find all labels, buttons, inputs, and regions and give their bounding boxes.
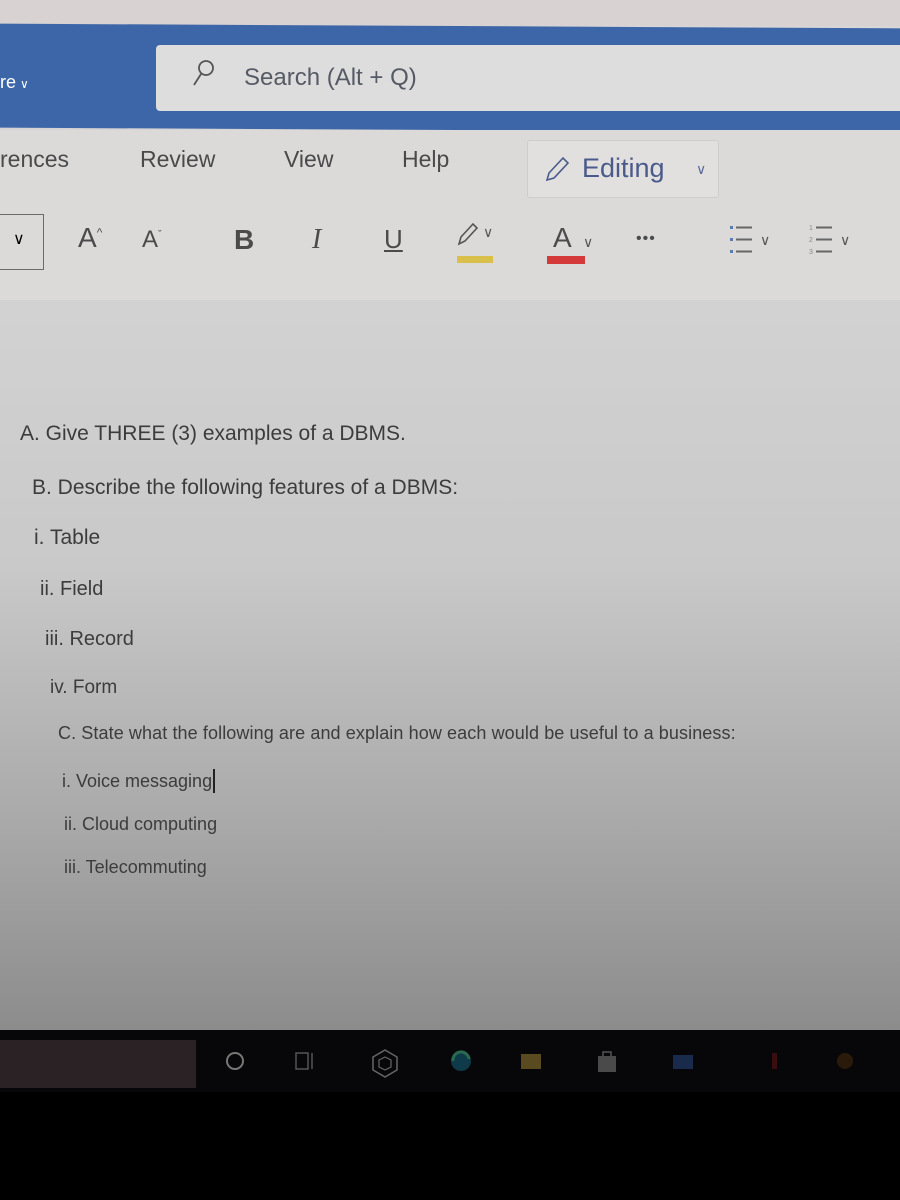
grow-font-button[interactable]: A^ bbox=[78, 222, 102, 254]
screen: re ∨ Search (Alt + Q) rences Review View … bbox=[0, 0, 900, 1030]
chevron-down-icon: ∨ bbox=[760, 232, 771, 248]
highlight-button[interactable]: ∨ bbox=[455, 220, 525, 270]
bold-button[interactable]: B bbox=[234, 224, 254, 256]
taskbar bbox=[0, 1030, 900, 1092]
svg-text:3: 3 bbox=[809, 249, 813, 256]
svg-text:2: 2 bbox=[809, 237, 813, 244]
font-size-dropdown[interactable]: ∨ bbox=[0, 214, 44, 270]
chevron-down-icon: ∨ bbox=[583, 234, 594, 250]
cortana-icon[interactable] bbox=[222, 1048, 248, 1074]
more-options-button[interactable]: ••• bbox=[636, 230, 656, 248]
chevron-down-icon: ∨ bbox=[696, 161, 707, 177]
highlighter-icon bbox=[457, 222, 479, 246]
list-item: i. Table bbox=[34, 526, 101, 549]
list-item: ii. Field bbox=[40, 578, 104, 600]
text-cursor-icon bbox=[213, 769, 225, 793]
chrome-icon[interactable] bbox=[832, 1048, 858, 1074]
taskbar-search[interactable] bbox=[0, 1040, 196, 1088]
shrink-font-label: A bbox=[142, 226, 159, 253]
numbered-list-icon: 1 2 3 bbox=[809, 225, 832, 256]
underline-button[interactable]: U bbox=[384, 224, 403, 255]
task-view-icon[interactable] bbox=[292, 1048, 318, 1074]
font-color-label: A bbox=[553, 222, 572, 253]
shrink-font-button[interactable]: Aˇ bbox=[142, 226, 162, 254]
file-explorer-icon[interactable] bbox=[518, 1048, 544, 1074]
font-color-swatch bbox=[547, 256, 585, 264]
highlight-color-swatch bbox=[457, 256, 493, 263]
tab-review[interactable]: Review bbox=[140, 146, 215, 173]
store-icon[interactable] bbox=[594, 1048, 620, 1074]
editing-mode-button[interactable]: Editing ∨ bbox=[527, 140, 719, 198]
bezel-strip bbox=[0, 0, 900, 26]
list-item: iv. Form bbox=[50, 677, 118, 698]
search-placeholder: Search (Alt + Q) bbox=[244, 64, 417, 91]
editing-label: Editing bbox=[582, 153, 665, 183]
question-b: B. Describe the following features of a … bbox=[32, 476, 459, 499]
edge-icon[interactable] bbox=[448, 1048, 474, 1074]
pencil-icon bbox=[545, 156, 570, 182]
mail-icon[interactable] bbox=[670, 1048, 696, 1074]
numbering-button[interactable]: 1 2 3 ∨ bbox=[808, 220, 868, 268]
italic-button[interactable]: I bbox=[312, 224, 321, 256]
list-item: ii. Cloud computing bbox=[64, 814, 218, 834]
formatting-toolbar: ∨ A^ Aˇ B I U ∨ A ∨ ••• ∨ 1 2 3 ∨ bbox=[0, 212, 900, 272]
question-a: A. Give THREE (3) examples of a DBMS. bbox=[20, 422, 406, 445]
grow-font-label: A bbox=[78, 222, 97, 253]
chevron-down-icon: ∨ bbox=[20, 77, 29, 91]
bullets-button[interactable]: ∨ bbox=[728, 220, 778, 268]
tab-view[interactable]: View bbox=[284, 146, 333, 173]
search-icon bbox=[193, 60, 214, 86]
search-box[interactable]: Search (Alt + Q) bbox=[156, 45, 900, 111]
font-color-button[interactable]: A ∨ bbox=[545, 220, 615, 270]
tab-references[interactable]: rences bbox=[0, 146, 69, 173]
list-item: i. Voice messaging bbox=[62, 769, 225, 793]
office-icon[interactable] bbox=[762, 1048, 788, 1074]
bullet-list-icon bbox=[730, 226, 752, 253]
list-item-text: i. Voice messaging bbox=[62, 771, 213, 791]
chevron-down-icon: ∨ bbox=[483, 224, 494, 240]
list-item: iii. Record bbox=[45, 628, 134, 650]
list-item: iii. Telecommuting bbox=[64, 857, 207, 877]
app-name-label: re bbox=[0, 72, 17, 92]
document-body[interactable]: A. Give THREE (3) examples of a DBMS. B.… bbox=[0, 300, 900, 1030]
question-c: C. State what the following are and expl… bbox=[58, 723, 736, 743]
app-name-menu[interactable]: re ∨ bbox=[0, 72, 29, 93]
svg-text:1: 1 bbox=[809, 225, 813, 232]
chevron-down-icon: ∨ bbox=[840, 232, 851, 248]
chevron-down-icon: ∨ bbox=[13, 231, 25, 248]
tab-help[interactable]: Help bbox=[402, 146, 449, 173]
app-cube-icon[interactable] bbox=[370, 1048, 400, 1078]
